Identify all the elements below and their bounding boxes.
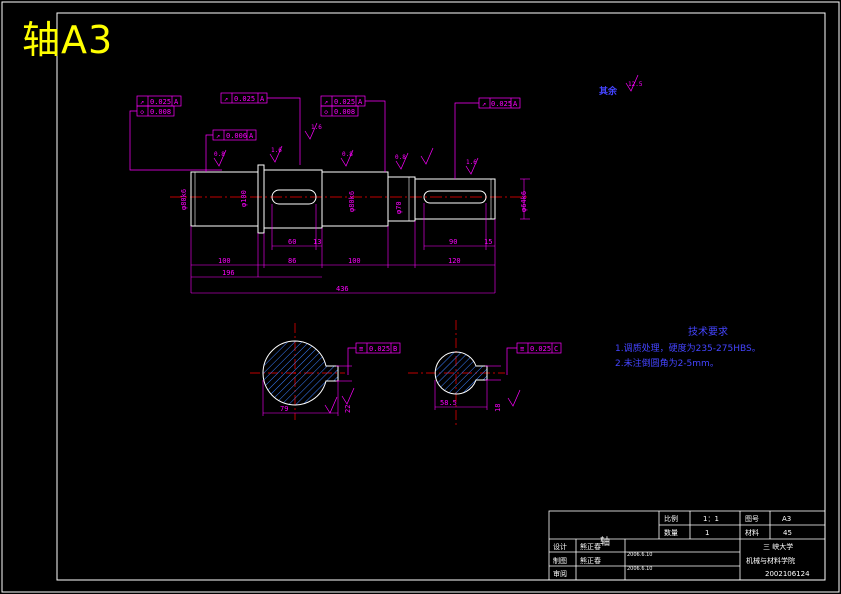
diameter-70: φ70 [395, 201, 403, 214]
svg-text:↗: ↗ [216, 132, 220, 140]
svg-text:◇: ◇ [140, 108, 145, 116]
section1-sym: 0.025 [369, 345, 390, 353]
university-name: 三 峡大学 [763, 542, 793, 551]
tolerance-frames [129, 92, 562, 375]
t3-cyl: 0.008 [334, 108, 355, 116]
section2-sym: 0.025 [530, 345, 551, 353]
drawer-name: 熊正春 [580, 556, 601, 565]
section2-datum: C [554, 345, 558, 353]
diameter-labels: φ80k6 φ100 φ80k6 φ70 φ64k6 [180, 189, 528, 214]
svg-text:0.8: 0.8 [395, 154, 406, 161]
section2-depth: 58.5 [440, 399, 457, 407]
section1-width: 22 [344, 405, 352, 413]
svg-text:0.8: 0.8 [342, 151, 353, 158]
svg-text:0.8: 0.8 [214, 151, 225, 158]
dim-key1-offset: 13 [313, 238, 321, 246]
dim-total-436: 436 [336, 285, 349, 293]
section2-width: 18 [494, 404, 502, 412]
qty-value: 1 [705, 529, 709, 537]
part-name: 轴 [600, 535, 610, 548]
tech-req-line2: 2.未注倒圆角为2-5mm。 [615, 357, 719, 369]
cad-drawing-canvas: φ80k6 φ100 φ80k6 φ70 φ64k6 60 13 90 15 1… [1, 1, 840, 593]
tolerance-text: ↗ 0.025 A ◇ 0.008 ↗ 0.025 A ↗ 0.025 A ◇ … [140, 95, 558, 353]
section-view-1: 79 22 [250, 323, 355, 420]
qty-label: 数量 [664, 528, 678, 537]
svg-text:≡: ≡ [359, 345, 363, 353]
scale-label: 比例 [664, 514, 678, 523]
tech-req-line1: 1.调质处理，硬度为235-275HBS。 [615, 342, 761, 354]
dimension-lines [190, 203, 496, 294]
sheet-label: 图号 [745, 515, 759, 523]
diameter-100: φ100 [240, 190, 248, 207]
college-name: 机械与材料学院 [746, 556, 795, 565]
dim-seg-120: 120 [448, 257, 461, 265]
designer-name: 熊正春 [580, 542, 601, 551]
dim-span-196: 196 [222, 269, 235, 277]
svg-text:◇: ◇ [324, 108, 329, 116]
svg-text:1.6: 1.6 [311, 124, 322, 131]
t2-runout: 0.025 [234, 95, 255, 103]
student-id: 2002106124 [765, 570, 810, 578]
sheet-border [1, 1, 840, 593]
tech-requirements: 技术要求 1.调质处理，硬度为235-275HBS。 2.未注倒圆角为2-5mm… [615, 325, 761, 369]
date-2: 2006.6.10 [627, 566, 652, 572]
t4-runout: 0.025 [491, 100, 512, 108]
dim-seg-100a: 100 [218, 257, 231, 265]
dim-key2-length: 90 [449, 238, 457, 246]
shaft-shoulder-100 [257, 164, 265, 234]
roughness-other-label: 其余 [599, 85, 618, 97]
scale-value: 1：1 [703, 515, 719, 523]
svg-text:≡: ≡ [520, 345, 524, 353]
drawn-label: 制图 [553, 556, 567, 565]
material-label: 材料 [745, 528, 759, 537]
check-label: 审阅 [553, 569, 567, 578]
svg-text:1.6: 1.6 [466, 159, 477, 166]
t4-datum: A [513, 100, 518, 108]
roughness-symbols [213, 74, 639, 175]
dim-key1-length: 60 [288, 238, 296, 246]
section1-datum: B [393, 345, 397, 353]
section1-depth: 79 [280, 405, 288, 413]
t3-runout: 0.025 [334, 98, 355, 106]
t2-datum: A [260, 95, 265, 103]
t1-datum: A [174, 98, 179, 106]
svg-text:↗: ↗ [482, 100, 486, 108]
diameter-80b: φ80k6 [348, 191, 356, 212]
t5-datum: A [249, 132, 254, 140]
shaft-segment-64 [414, 178, 496, 220]
material-value: 45 [783, 529, 792, 537]
svg-text:1.6: 1.6 [271, 147, 282, 154]
sheet-value: A3 [782, 515, 791, 523]
date-1: 2006.6.10 [627, 552, 652, 558]
dim-seg-86: 86 [288, 257, 296, 265]
diameter-80a: φ80k6 [180, 189, 188, 210]
svg-text:↗: ↗ [140, 98, 144, 106]
svg-text:↗: ↗ [224, 95, 228, 103]
roughness-other-value: 12.5 [628, 81, 643, 88]
t3-datum: A [358, 98, 363, 106]
tech-req-heading: 技术要求 [688, 325, 728, 338]
title-block: 轴 比例 1：1 图号 A3 数量 1 材料 45 设计 熊正春 制图 熊正春 … [548, 510, 826, 581]
t1-cyl: 0.008 [150, 108, 171, 116]
dim-key2-offset: 15 [484, 238, 492, 246]
drawing-title: 轴A3 [22, 18, 114, 62]
t1-runout: 0.025 [150, 98, 171, 106]
svg-text:↗: ↗ [324, 98, 328, 106]
section-view-2: 58.5 18 [408, 320, 521, 425]
design-label: 设计 [553, 542, 567, 551]
t5-runout: 0.006 [226, 132, 247, 140]
dim-seg-100b: 100 [348, 257, 361, 265]
